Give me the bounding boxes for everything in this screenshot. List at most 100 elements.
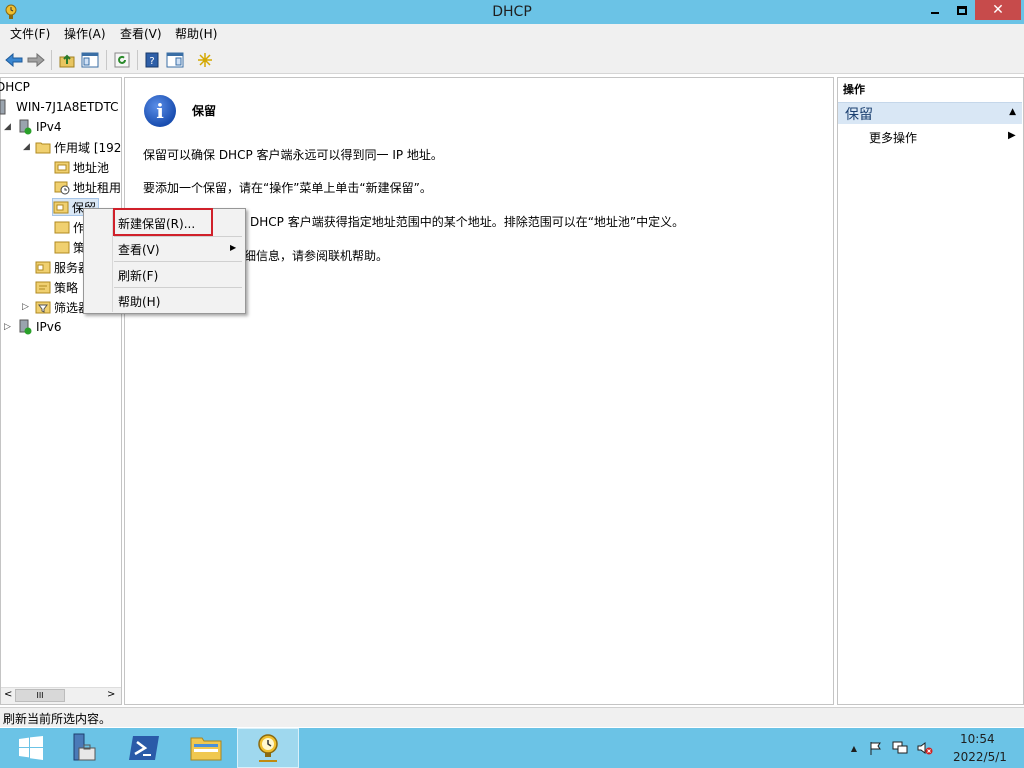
menu-separator: [114, 236, 242, 237]
help-book-icon: ?: [145, 52, 159, 68]
taskbar-dhcp[interactable]: [237, 728, 299, 768]
toolbar: ?: [0, 45, 1024, 74]
minimize-button[interactable]: [921, 0, 948, 20]
menu-file[interactable]: 文件(F): [10, 24, 50, 45]
sparkle-icon: [198, 53, 212, 67]
highlight-box: [113, 208, 213, 236]
new-item-button[interactable]: [195, 50, 215, 70]
tree-scope-options[interactable]: 作: [54, 218, 85, 236]
folder-icon: [190, 737, 222, 761]
menu-action[interactable]: 操作(A): [64, 24, 106, 45]
actions-pane: [837, 77, 1024, 705]
restore-button[interactable]: [948, 0, 975, 20]
show-hide-action-pane-button[interactable]: [165, 50, 185, 70]
close-icon: ✕: [992, 2, 1004, 18]
server-options-icon: [35, 259, 51, 275]
console-tree-icon: [81, 52, 99, 68]
tree-root-label: DHCP: [0, 80, 30, 94]
policies-icon: [35, 279, 51, 295]
clock-date[interactable]: 2022/5/1: [953, 750, 1007, 764]
scope-options-icon: [54, 219, 70, 235]
taskbar-server-manager[interactable]: [51, 728, 113, 768]
description-line: 要添加一个保留，请在“操作”菜单上单击“新建保留”。: [143, 181, 432, 195]
refresh-button[interactable]: [112, 50, 132, 70]
tree-address-leases-label: 地址租用: [73, 180, 122, 195]
scroll-thumb[interactable]: III: [15, 689, 65, 702]
tree-filters[interactable]: 筛选器: [35, 298, 90, 316]
menu-item-help[interactable]: 帮助(H): [118, 293, 160, 310]
tree-root[interactable]: DHCP: [0, 78, 30, 96]
info-icon: i: [144, 95, 176, 127]
reservations-icon: [53, 199, 69, 215]
help-button[interactable]: ?: [142, 50, 162, 70]
status-bar: [0, 707, 1024, 727]
forward-button[interactable]: [26, 50, 46, 70]
menu-item-refresh[interactable]: 刷新(F): [118, 267, 158, 284]
submenu-arrow-icon: ▶: [1008, 130, 1016, 141]
policies-icon: [54, 239, 70, 255]
description-line: DHCP 客户端获得指定地址范围中的某个地址。排除范围可以在“地址池”中定义。: [250, 215, 685, 229]
tree-ipv6-label: IPv6: [36, 320, 62, 334]
page-title: 保留: [192, 104, 217, 118]
show-hide-tree-button[interactable]: [80, 50, 100, 70]
tree-ipv4-label: IPv4: [36, 120, 62, 134]
action-center-flag-icon[interactable]: [868, 740, 884, 756]
description-line: 保留可以确保 DHCP 客户端永远可以得到同一 IP 地址。: [143, 148, 443, 162]
details-pane: [124, 77, 834, 705]
address-leases-icon: [54, 179, 70, 195]
tree-server-label: WIN-7J1A8ETDTC: [16, 100, 119, 114]
tree-server-options[interactable]: 服务器: [35, 258, 90, 276]
more-actions-item[interactable]: 更多操作: [869, 129, 917, 146]
tree-scope-policies[interactable]: 策: [54, 238, 85, 256]
collapse-arrow-icon[interactable]: ▲: [1009, 107, 1016, 117]
menu-view[interactable]: 查看(V): [120, 24, 162, 45]
address-pool-icon: [54, 159, 70, 175]
restore-icon: [956, 5, 967, 15]
refresh-icon: [114, 52, 130, 68]
taskbar-powershell[interactable]: [113, 728, 175, 768]
description-line: 详细信息，请参阅联机帮助。: [232, 249, 389, 263]
tree-scope-label: 作用域 [192: [54, 140, 122, 155]
menu-bar: 文件(F) 操作(A) 查看(V) 帮助(H): [0, 24, 1024, 45]
tree-address-pool-label: 地址池: [73, 160, 110, 175]
close-button[interactable]: ✕: [975, 0, 1021, 20]
tree-server[interactable]: WIN-7J1A8ETDTC: [0, 98, 119, 116]
network-stack-icon: [17, 119, 33, 135]
server-manager-icon: [73, 733, 96, 761]
volume-muted-icon[interactable]: [917, 740, 933, 756]
action-pane-icon: [166, 52, 184, 68]
back-button[interactable]: [4, 50, 24, 70]
folder-icon: [35, 139, 51, 155]
network-icon[interactable]: [892, 740, 908, 756]
show-hidden-icons-icon[interactable]: ▲: [846, 740, 862, 756]
tree-address-pool[interactable]: 地址池: [54, 158, 109, 176]
svg-text:?: ?: [149, 56, 154, 67]
menu-item-view[interactable]: 查看(V): [118, 241, 160, 258]
expand-arrow-ipv6[interactable]: ▷: [4, 322, 11, 332]
tree-ipv4[interactable]: IPv4: [17, 118, 62, 136]
window-title: DHCP: [492, 4, 532, 20]
up-level-button[interactable]: [57, 50, 77, 70]
taskbar-file-explorer[interactable]: [175, 728, 237, 768]
folder-up-icon: [59, 54, 75, 68]
toolbar-separator: [51, 50, 52, 70]
tree-policies-label: 策略: [54, 280, 79, 295]
actions-group-label: 保留: [845, 107, 873, 123]
scroll-left-icon[interactable]: <: [4, 689, 12, 700]
expand-arrow-ipv4[interactable]: ◢: [4, 122, 11, 132]
tree-address-leases[interactable]: 地址租用: [54, 178, 121, 196]
tree-scope[interactable]: 作用域 [192: [35, 138, 121, 156]
tree-ipv6[interactable]: IPv6: [17, 318, 62, 336]
tree-horizontal-scrollbar[interactable]: < III >: [1, 687, 121, 704]
network-stack-icon: [17, 319, 33, 335]
windows-logo-icon: [19, 736, 43, 760]
toolbar-separator: [137, 50, 138, 70]
tree-policies[interactable]: 策略: [35, 278, 78, 296]
menu-help[interactable]: 帮助(H): [175, 24, 217, 45]
minimize-icon: [930, 12, 939, 14]
expand-arrow-filters[interactable]: ▷: [22, 302, 29, 312]
forward-arrow-icon: [27, 53, 45, 67]
expand-arrow-scope[interactable]: ◢: [23, 142, 30, 152]
scroll-right-icon[interactable]: >: [107, 689, 115, 700]
clock-time[interactable]: 10:54: [960, 732, 995, 746]
